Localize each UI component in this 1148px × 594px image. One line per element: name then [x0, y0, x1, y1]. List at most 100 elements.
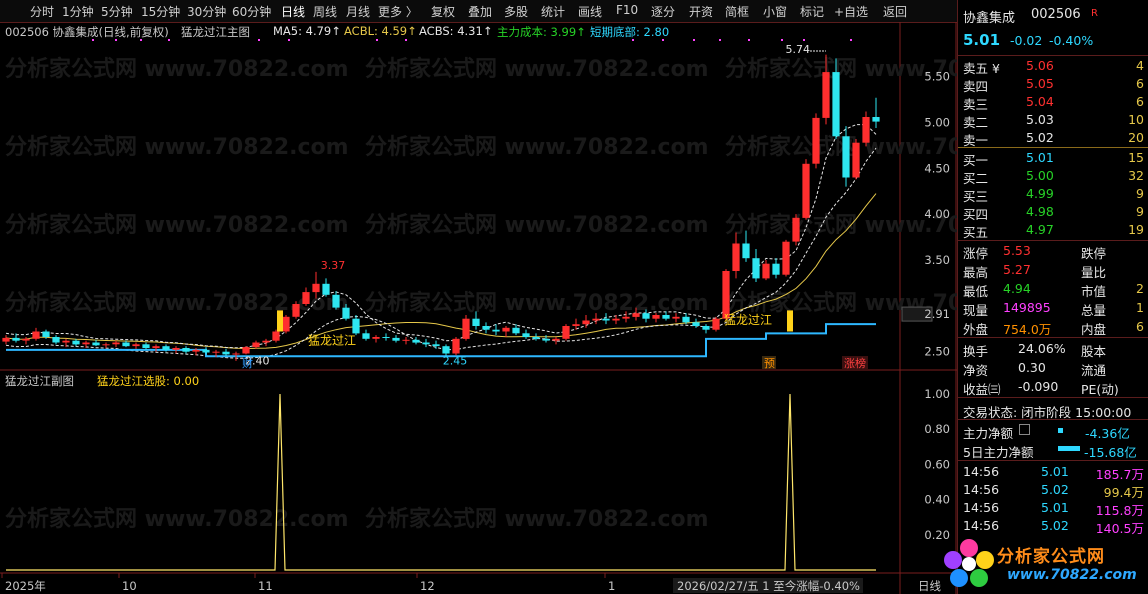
net-main5-bar [1058, 446, 1080, 451]
tick-price: 5.02 [1041, 482, 1069, 497]
marker-dot [662, 39, 664, 41]
ask-price: 5.06 [1026, 58, 1054, 73]
signal-bar [787, 310, 793, 332]
x-tick-label: 10 [122, 579, 137, 593]
candle [842, 136, 850, 178]
candle [712, 318, 720, 330]
multi-stock-button[interactable]: 多股 [504, 3, 528, 20]
candle [862, 117, 870, 143]
candle [852, 142, 860, 178]
candle [62, 340, 70, 343]
overlay-button[interactable]: 叠加 [468, 3, 492, 20]
sub-y-tick-label: 1.00 [924, 387, 950, 401]
marker-dot [258, 39, 260, 41]
tab-more[interactable]: 更多 〉 [378, 3, 418, 20]
net-main-bar [1058, 428, 1063, 433]
signal-line [6, 393, 876, 571]
stat-value: 4.94 [1003, 281, 1031, 296]
watermark-text: 分析家公式网 www.70822.com [365, 134, 709, 160]
watermark-text: 分析家公式网 www.70822.com [365, 56, 709, 82]
tab-timeshare[interactable]: 分时 [30, 3, 54, 20]
candle [412, 339, 420, 343]
draw-button[interactable]: 画线 [578, 3, 602, 20]
y-tick-label: 5.00 [924, 116, 950, 130]
signal-text-2: 猛龙过江 [724, 313, 772, 327]
bid-price: 5.00 [1026, 168, 1054, 183]
tick-volume: 185.7万 [1095, 467, 1144, 482]
candle [682, 316, 690, 323]
ask-volume: 6 [1136, 94, 1144, 109]
candle [702, 326, 710, 330]
watermark-text: 分析家公式网 www.70822.com [365, 212, 709, 238]
bid-volume: 19 [1128, 222, 1144, 237]
kline-chart[interactable]: 分析家公式网 www.70822.com 分析家公式网 www.70822.com… [0, 22, 957, 594]
add-watch-button[interactable]: +自选 [834, 3, 868, 20]
x-tick-label: 2025年 [5, 579, 46, 593]
tab-weekly[interactable]: 周线 [313, 3, 337, 20]
stat-value: 1 [1136, 300, 1144, 315]
bid-volume: 32 [1128, 168, 1144, 183]
x-tick-label: 1 [608, 579, 615, 593]
capital-button[interactable]: 开资 [689, 3, 713, 20]
mini-window-button[interactable]: 小窗 [763, 3, 787, 20]
candle [542, 338, 550, 341]
tick-time: 14:56 [963, 464, 1000, 479]
tab-1min[interactable]: 1分钟 [62, 3, 94, 20]
y-tick-label: 4.00 [924, 207, 950, 221]
candle [272, 331, 280, 341]
marker-dot [632, 39, 634, 41]
bid-price: 4.97 [1026, 222, 1054, 237]
marker-dot [781, 39, 783, 41]
ask-price: 5.04 [1026, 94, 1054, 109]
marker-dot [405, 39, 407, 41]
tick-volume: 99.4万 [1103, 485, 1144, 500]
bid-price: 5.01 [1026, 150, 1054, 165]
stat-label: 外盘 [963, 322, 989, 337]
candle [752, 258, 760, 279]
tab-5min[interactable]: 5分钟 [101, 3, 133, 20]
ask-label: 卖二 [963, 115, 989, 130]
flower-logo-icon [944, 539, 994, 587]
candle [532, 337, 540, 339]
tab-15min[interactable]: 15分钟 [141, 3, 180, 20]
stat-value: 149895 [1003, 300, 1051, 315]
sub-indicator-layer: 猛龙过江副图 猛龙过江选股: 0.00 [5, 374, 876, 571]
candle [12, 337, 20, 341]
net-main-value: -4.36亿 [1085, 426, 1130, 441]
restore-button[interactable]: 复权 [431, 3, 455, 20]
candle [332, 294, 340, 308]
candle [522, 333, 530, 337]
tab-30min[interactable]: 30分钟 [187, 3, 226, 20]
tab-60min[interactable]: 60分钟 [232, 3, 271, 20]
step-button[interactable]: 逐分 [651, 3, 675, 20]
stats-button[interactable]: 统计 [541, 3, 565, 20]
candle [512, 327, 520, 334]
stat-label: 现量 [963, 303, 989, 318]
last-price: 5.01 [963, 31, 1001, 49]
candle [722, 271, 730, 319]
tab-daily[interactable]: 日线 [281, 3, 305, 20]
back-button[interactable]: 返回 [883, 3, 907, 20]
candle [602, 318, 610, 321]
stat-value: 6 [1136, 319, 1144, 334]
stat-value: 5.27 [1003, 262, 1031, 277]
ask-volume: 20 [1128, 130, 1144, 145]
f10-button[interactable]: F10 [616, 3, 638, 17]
watermark-text: 分析家公式网 www.70822.com [5, 506, 349, 532]
stat-label: 股本 [1081, 344, 1107, 359]
stat-value: -0.090 [1018, 379, 1059, 394]
stat-value: 2 [1136, 281, 1144, 296]
stat-label: 最高 [963, 265, 989, 280]
quote-panel: 协鑫集成 002506 R 5.01 -0.02 -0.40% 卖五 ¥ 5.06… [957, 0, 1148, 594]
divider [958, 419, 1148, 420]
sub-y-tick-label: 0.80 [924, 422, 950, 436]
candle [52, 337, 60, 343]
stat-value: 754.0万 [1003, 322, 1052, 337]
candle [322, 283, 330, 295]
tab-monthly[interactable]: 月线 [346, 3, 370, 20]
list-icon[interactable] [1019, 424, 1030, 435]
simple-frame-button[interactable]: 简框 [725, 3, 749, 20]
mark-button[interactable]: 标记 [800, 3, 824, 20]
stat-label: 内盘 [1081, 322, 1107, 337]
ask-label: 卖五 ¥ [963, 61, 1000, 76]
